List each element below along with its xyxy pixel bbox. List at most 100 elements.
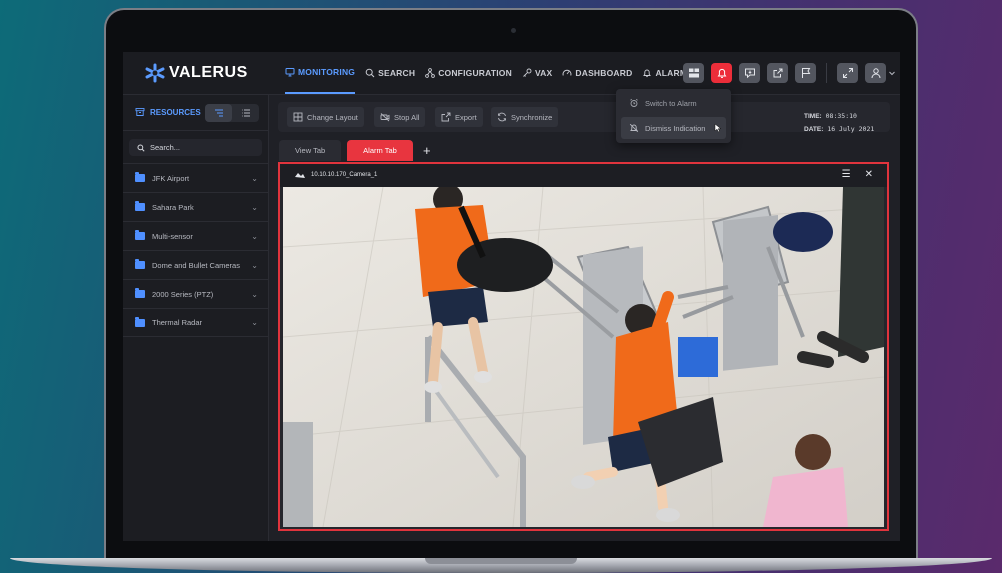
grid-icon [293,112,303,122]
folder-icon [135,316,145,327]
dismiss-indication-label: Dismiss Indication [645,123,706,133]
layout-icon [688,68,699,78]
tree-item-jfk-airport[interactable]: JFK Airport ⌄ [123,163,268,192]
dismiss-indication-menu-item[interactable]: Dismiss Indication [621,117,726,139]
user-avatar-button[interactable] [865,63,886,83]
share-button[interactable] [767,63,788,83]
resources-sidebar: RESOURCES Search... JFK Airport ⌄ Sahara… [123,95,269,541]
brand-name: VALERUS [169,64,248,81]
tree-item-thermal-radar[interactable]: Thermal Radar ⌄ [123,308,268,337]
gauge-icon [562,69,572,76]
monitor-icon [285,68,295,77]
date-value: 16 July 2021 [827,125,875,133]
flag-icon [801,68,810,78]
resource-search-input[interactable]: Search... [129,139,262,156]
ptz-camera-icon [295,173,305,178]
flag-button[interactable] [795,63,816,83]
tile-menu-icon[interactable]: ☰ [842,169,851,180]
header-actions [683,63,896,83]
tree-view-toggle[interactable] [205,104,232,122]
stop-all-button[interactable]: Stop All [374,107,426,127]
folder-icon [135,172,145,182]
chevron-down-icon[interactable]: ⌄ [251,203,258,212]
resources-title: RESOURCES [135,107,201,117]
alarm-button[interactable] [711,63,732,83]
main-nav: MONITORING SEARCH CONFIGURATION VAX DASH… [285,52,693,94]
switch-to-alarm-menu-item[interactable]: Switch to Alarm [621,92,726,114]
brand-logo[interactable]: VALERUS [145,63,248,83]
tree-list-icon [214,109,223,117]
chevron-down-icon[interactable]: ⌄ [251,290,258,299]
tree-item-2000-series[interactable]: 2000 Series (PTZ) ⌄ [123,279,268,308]
nav-vax-label: VAX [534,68,553,78]
bell-icon [643,69,652,78]
time-value: 08:35:10 [825,112,857,120]
close-icon[interactable]: ✕ [865,169,873,180]
video-feed[interactable] [283,187,884,527]
tab-alarm[interactable]: Alarm Tab [347,140,413,161]
export-button[interactable]: Export [435,107,483,127]
alarm-dropdown: Switch to Alarm Dismiss Indication [616,89,731,143]
nav-dashboard[interactable]: DASHBOARD [562,52,632,94]
chevron-down-icon[interactable]: ⌄ [251,318,258,327]
laptop-hinge-notch [425,558,577,564]
layout-button[interactable] [683,63,704,83]
change-layout-button[interactable]: Change Layout [287,107,364,127]
resource-tree: JFK Airport ⌄ Sahara Park ⌄ Multi-sensor… [123,163,268,337]
fullscreen-icon [842,68,853,78]
resources-title-label: RESOURCES [150,107,201,117]
mouse-cursor-icon [715,123,722,133]
tree-item-label: Dome and Bullet Cameras [152,260,240,270]
video-tile[interactable]: 10.10.10.170_Camera_1 ☰ ✕ [278,162,889,531]
nav-configuration-label: CONFIGURATION [438,68,512,78]
webcam-dot [511,28,516,33]
top-navigation-bar: VALERUS MONITORING SEARCH CONFIGURATION … [123,52,900,95]
add-tab-button[interactable]: + [419,140,435,161]
view-tabs: View Tab Alarm Tab + [279,140,435,161]
tree-item-sahara-park[interactable]: Sahara Park ⌄ [123,192,268,221]
tree-item-label: 2000 Series (PTZ) [152,289,214,299]
tab-view[interactable]: View Tab [279,140,342,161]
header-divider [826,63,827,83]
camera-name: 10.10.10.170_Camera_1 [311,172,378,178]
view-toggle [205,104,259,122]
nav-monitoring[interactable]: MONITORING [285,52,356,94]
alarm-clock-icon [630,98,638,107]
message-button[interactable] [739,63,760,83]
switch-to-alarm-label: Switch to Alarm [645,98,697,108]
time-row: TIME: 08:35:10 [804,110,874,123]
sync-icon [498,112,506,122]
video-controls: ☰ ✕ [842,169,873,180]
tree-item-multi-sensor[interactable]: Multi-sensor ⌄ [123,221,268,250]
nav-vax[interactable]: VAX [522,52,552,94]
chevron-down-icon[interactable]: ⌄ [251,261,258,270]
alarm-bell-icon [717,68,726,78]
stop-all-label: Stop All [394,112,420,122]
nav-search[interactable]: SEARCH [365,52,415,94]
date-label: DATE: [804,126,824,133]
search-icon [137,143,145,152]
time-label: TIME: [804,113,822,120]
synchronize-label: Synchronize [511,112,553,122]
archive-icon [135,108,145,116]
tree-item-dome-bullet[interactable]: Dome and Bullet Cameras ⌄ [123,250,268,279]
resources-header: RESOURCES [123,95,268,131]
nav-dashboard-label: DASHBOARD [575,68,633,78]
list-view-toggle[interactable] [232,104,259,122]
export-icon [441,112,451,122]
search-placeholder: Search... [150,143,181,152]
nav-configuration[interactable]: CONFIGURATION [425,52,512,94]
surveillance-scene-image [283,187,884,527]
export-label: Export [455,112,477,122]
view-toolbar: Change Layout Stop All Export Synchroniz… [278,102,890,133]
nav-monitoring-label: MONITORING [298,67,356,77]
chevron-down-icon[interactable]: ⌄ [251,232,258,241]
user-menu[interactable] [865,63,896,83]
date-row: DATE: 16 July 2021 [804,123,874,136]
fullscreen-button[interactable] [837,63,858,83]
synchronize-button[interactable]: Synchronize [491,107,559,127]
share-icon [773,68,782,78]
chevron-down-icon[interactable]: ⌄ [251,174,258,183]
hierarchy-icon [425,68,436,78]
tree-item-label: Thermal Radar [152,318,203,327]
